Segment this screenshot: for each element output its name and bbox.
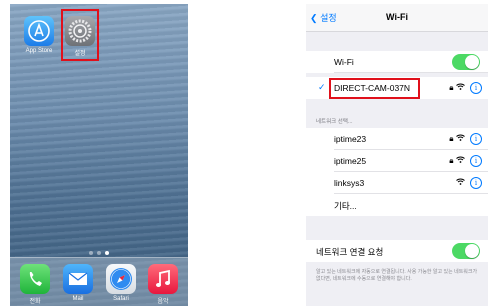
wifi-signal-icon: [455, 156, 465, 165]
app-store-label: App Store: [25, 48, 53, 54]
other-network-row[interactable]: 기타...: [306, 194, 488, 216]
network-status-icons: 🔒︎ i: [449, 155, 482, 167]
info-button-icon[interactable]: i: [470, 133, 482, 145]
mail-app[interactable]: Mail: [61, 264, 95, 302]
wifi-toggle-row: Wi-Fi: [306, 51, 488, 73]
safari-label: Safari: [113, 296, 129, 302]
home-screen: App Store 설정 전화 Mail Safari 음악: [10, 4, 188, 306]
network-status-icons: 🔒︎ i: [449, 82, 482, 94]
network-row[interactable]: linksys3 i: [306, 172, 488, 194]
phone-label: 전화: [29, 299, 41, 305]
network-status-icons: i: [455, 177, 482, 189]
music-note-icon: [148, 264, 178, 294]
network-row[interactable]: iptime25 🔒︎ i: [306, 150, 488, 172]
music-label: 음악: [157, 299, 169, 305]
mail-label: Mail: [72, 296, 84, 302]
connected-network-highlight-box: [329, 78, 420, 99]
ask-to-join-label: 네트워크 연결 요청: [316, 247, 384, 257]
network-row[interactable]: iptime23 🔒︎ i: [306, 128, 488, 150]
ask-to-join-footer: 알고 있는 네트워크에 자동으로 연결됩니다. 사용 가능한 알고 있는 네트워…: [316, 269, 478, 282]
choose-network-header: 네트워크 선택...: [316, 119, 353, 125]
checkmark-icon: ✓: [318, 82, 326, 92]
network-status-icons: 🔒︎ i: [449, 133, 482, 145]
lock-icon: 🔒︎: [449, 134, 454, 144]
phone-icon: [20, 264, 50, 294]
safari-app[interactable]: Safari: [104, 264, 138, 302]
info-button-icon[interactable]: i: [470, 155, 482, 167]
mail-icon: [63, 264, 93, 294]
wifi-settings-screen: ❮ 설정 Wi-Fi Wi-Fi ✓ DIRECT-CAM-037N 🔒︎ i …: [306, 4, 488, 306]
info-button-icon[interactable]: i: [470, 177, 482, 189]
app-store-app[interactable]: App Store: [22, 16, 56, 54]
phone-app[interactable]: 전화: [18, 264, 52, 305]
wifi-signal-icon: [455, 178, 465, 187]
page-title: Wi-Fi: [386, 12, 408, 22]
wifi-signal-icon: [455, 134, 465, 143]
network-name: iptime25: [334, 156, 367, 166]
safari-compass-icon: [106, 264, 136, 294]
music-app[interactable]: 음악: [146, 264, 180, 305]
ask-to-join-row: 네트워크 연결 요청: [306, 240, 488, 262]
other-network-label: 기타...: [334, 201, 357, 211]
wifi-label: Wi-Fi: [334, 57, 354, 67]
wifi-toggle[interactable]: [452, 54, 480, 70]
page-indicator: [10, 251, 188, 255]
settings-highlight-box: [61, 9, 99, 61]
network-name: linksys3: [334, 178, 365, 188]
wifi-signal-icon: [455, 83, 467, 92]
lock-icon: 🔒︎: [449, 156, 454, 166]
ask-to-join-toggle[interactable]: [452, 243, 480, 259]
network-name: iptime23: [334, 134, 367, 144]
page-dot: [89, 251, 93, 255]
page-dot-active: [105, 251, 109, 255]
page-dot: [97, 251, 101, 255]
toggle-knob: [465, 244, 479, 258]
navigation-bar: ❮ 설정 Wi-Fi: [306, 4, 488, 32]
toggle-knob: [465, 55, 479, 69]
info-button-icon[interactable]: i: [470, 82, 482, 94]
dock: 전화 Mail Safari 음악: [10, 257, 188, 306]
lock-icon: 🔒︎: [449, 83, 454, 93]
row-separator: [334, 72, 488, 73]
app-store-icon: [24, 16, 54, 46]
